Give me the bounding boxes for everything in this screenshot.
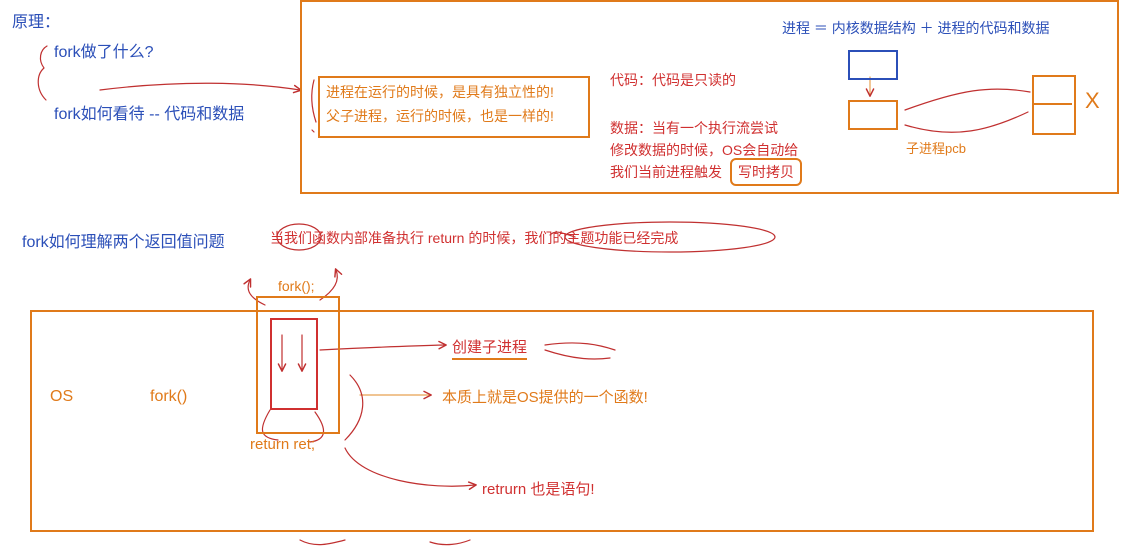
sentence-return-done: 当我们函数内部准备执行 return 的时候，我们的主题功能已经完成 [270, 228, 678, 248]
label-principle: 原理： [12, 8, 60, 32]
label-q1: fork做了什么? [54, 38, 154, 62]
stack-box-divider [1032, 103, 1072, 105]
parent-pcb-box [848, 50, 898, 80]
return-is-stmt-label: retrurn 也是语句! [482, 478, 595, 499]
data-note-1: 数据：当有一个执行流尝试 [610, 118, 778, 138]
cow-box: 写时拷贝 [730, 158, 802, 186]
child-pcb-box [848, 100, 898, 130]
stack-box-outer [1032, 75, 1076, 135]
create-child-label: 创建子进程 [452, 336, 527, 360]
os-label: OS [50, 388, 73, 406]
return-ret-label: return ret; [250, 436, 315, 453]
essence-label: 本质上就是OS提供的一个函数! [442, 386, 648, 407]
label-q2: fork如何看待 -- 代码和数据 [54, 100, 244, 124]
fork-call-label: fork(); [278, 278, 315, 294]
label-q3: fork如何理解两个返回值问题 [22, 228, 225, 252]
code-note: 代码：代码是只读的 [610, 70, 736, 90]
data-note-2: 修改数据的时候，OS会自动给 [610, 140, 798, 160]
fork-func-label: fork() [150, 388, 187, 406]
independence-line2: 父子进程，运行的时候，也是一样的! [326, 106, 582, 126]
equation-text: 进程 ＝ 内核数据结构 ＋ 进程的代码和数据 [782, 18, 1050, 38]
independence-box: 进程在运行的时候，是具有独立性的! 父子进程，运行的时候，也是一样的! [318, 76, 590, 138]
child-pcb-label: 子进程pcb [906, 138, 966, 157]
data-note-3: 我们当前进程触发 [610, 162, 722, 182]
x-mark: X [1085, 88, 1100, 114]
independence-line1: 进程在运行的时候，是具有独立性的! [326, 82, 582, 102]
